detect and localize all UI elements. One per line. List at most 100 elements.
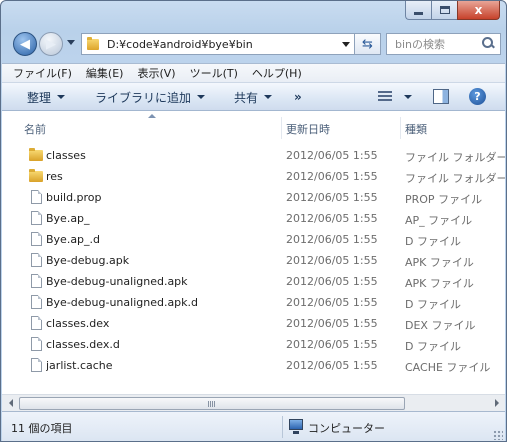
forward-arrow-icon: ▶ <box>46 36 56 52</box>
file-row[interactable]: classes.dex 2012/06/05 1:55 DEX ファイル <box>2 313 505 334</box>
search-input[interactable]: binの検索 <box>395 36 479 52</box>
more-commands-icon: » <box>294 90 302 104</box>
computer-icon <box>289 419 303 434</box>
recent-pages-dropdown[interactable] <box>67 40 75 45</box>
file-name: Bye-debug-unaligned.apk.d <box>46 296 199 309</box>
file-icon <box>31 253 42 267</box>
address-bar[interactable]: D:¥code¥android¥bye¥bin <box>81 33 355 55</box>
menu-view[interactable]: 表示(V) <box>130 65 182 81</box>
add-to-library-button[interactable]: ライブラリに追加 <box>95 83 206 111</box>
file-date: 2012/06/05 1:55 <box>286 254 378 267</box>
column-date-modified[interactable]: 更新日時 <box>286 121 330 137</box>
change-view-icon[interactable] <box>378 91 392 103</box>
chevron-down-icon <box>264 95 273 99</box>
search-icon[interactable] <box>479 35 497 53</box>
grip-icon <box>208 401 216 407</box>
file-type: AP_ ファイル <box>405 214 473 227</box>
refresh-icon: ⇆ <box>362 36 373 52</box>
file-name: Bye.ap_.d <box>46 233 101 246</box>
file-icon <box>31 274 42 288</box>
column-name[interactable]: 名前 <box>24 121 46 137</box>
file-type: D ファイル <box>405 340 461 353</box>
menu-bar: ファイル(F) 編集(E) 表示(V) ツール(T) ヘルプ(H) <box>2 63 505 83</box>
column-divider[interactable] <box>400 117 401 139</box>
menu-help[interactable]: ヘルプ(H) <box>245 65 309 81</box>
search-box[interactable]: binの検索 <box>386 33 501 55</box>
file-type: D ファイル <box>405 235 461 248</box>
file-row[interactable]: Bye-debug-unaligned.apk 2012/06/05 1:55 … <box>2 271 505 292</box>
share-button[interactable]: 共有 <box>234 83 273 111</box>
file-date: 2012/06/05 1:55 <box>286 170 378 183</box>
file-type: DEX ファイル <box>405 319 476 332</box>
arrow-left-icon <box>8 399 13 407</box>
file-type: PROP ファイル <box>405 193 483 206</box>
file-date: 2012/06/05 1:55 <box>286 359 378 372</box>
file-row[interactable]: Bye.ap_ 2012/06/05 1:55 AP_ ファイル <box>2 208 505 229</box>
chevron-down-icon <box>342 41 350 47</box>
back-button[interactable]: ◀ <box>13 32 37 56</box>
menu-tools[interactable]: ツール(T) <box>183 65 245 81</box>
close-button[interactable]: x <box>457 1 500 20</box>
status-bar: 11 個の項目 コンピューター <box>2 411 505 441</box>
column-header: 名前 更新日時 種類 <box>2 111 505 143</box>
file-row[interactable]: Bye-debug.apk 2012/06/05 1:55 APK ファイル <box>2 250 505 271</box>
organize-button[interactable]: 整理 <box>27 83 66 111</box>
forward-button[interactable]: ▶ <box>39 32 63 56</box>
scrollbar-thumb[interactable] <box>19 397 405 410</box>
file-row[interactable]: res 2012/06/05 1:55 ファイル フォルダー <box>2 166 505 187</box>
file-date: 2012/06/05 1:55 <box>286 317 378 330</box>
sort-ascending-icon <box>148 114 156 118</box>
file-name: Bye-debug.apk <box>46 254 130 267</box>
item-count: 11 個の項目 <box>11 422 73 435</box>
chevron-down-icon <box>57 95 66 99</box>
file-type: ファイル フォルダー <box>405 151 505 164</box>
file-row[interactable]: classes 2012/06/05 1:55 ファイル フォルダー <box>2 145 505 166</box>
minimize-icon <box>414 11 423 15</box>
arrow-right-icon <box>494 399 499 407</box>
folder-icon <box>87 36 99 50</box>
status-divider <box>282 416 283 438</box>
maximize-icon <box>439 6 450 14</box>
caption-buttons: x <box>405 1 500 20</box>
view-options-dropdown[interactable] <box>404 95 412 99</box>
more-commands-button[interactable]: » <box>294 83 302 111</box>
resize-grip[interactable] <box>493 430 503 440</box>
file-icon <box>31 190 42 204</box>
folder-icon <box>29 169 43 182</box>
file-icon <box>31 232 42 246</box>
file-row[interactable]: Bye.ap_.d 2012/06/05 1:55 D ファイル <box>2 229 505 250</box>
scroll-right-button[interactable] <box>488 395 505 411</box>
file-row[interactable]: classes.dex.d 2012/06/05 1:55 D ファイル <box>2 334 505 355</box>
minimize-button[interactable] <box>405 1 431 20</box>
file-name: classes.dex <box>46 317 110 330</box>
file-type: APK ファイル <box>405 256 474 269</box>
file-row[interactable]: jarlist.cache 2012/06/05 1:55 CACHE ファイル <box>2 355 505 376</box>
address-dropdown[interactable] <box>338 34 354 54</box>
file-date: 2012/06/05 1:55 <box>286 296 378 309</box>
help-icon[interactable]: ? <box>469 88 486 105</box>
navigation-bar: ◀ ▶ D:¥code¥android¥bye¥bin ⇆ binの検索 <box>9 31 501 57</box>
file-name: Bye-debug-unaligned.apk <box>46 275 188 288</box>
file-date: 2012/06/05 1:55 <box>286 149 378 162</box>
file-row[interactable]: Bye-debug-unaligned.apk.d 2012/06/05 1:5… <box>2 292 505 313</box>
file-type: D ファイル <box>405 298 461 311</box>
file-name: classes.dex.d <box>46 338 120 351</box>
column-divider[interactable] <box>281 117 282 139</box>
refresh-button[interactable]: ⇆ <box>355 33 381 55</box>
column-type[interactable]: 種類 <box>405 121 427 137</box>
file-icon <box>31 211 42 225</box>
status-location: コンピューター <box>308 422 385 435</box>
scroll-left-button[interactable] <box>2 395 19 411</box>
menu-edit[interactable]: 編集(E) <box>79 65 131 81</box>
share-label: 共有 <box>234 90 259 105</box>
file-date: 2012/06/05 1:55 <box>286 233 378 246</box>
maximize-button[interactable] <box>431 1 457 20</box>
file-icon <box>31 295 42 309</box>
explorer-window: x ◀ ▶ D:¥code¥android¥bye¥bin ⇆ binの検索 フ… <box>0 0 507 442</box>
address-path[interactable]: D:¥code¥android¥bye¥bin <box>107 38 338 51</box>
file-row[interactable]: build.prop 2012/06/05 1:55 PROP ファイル <box>2 187 505 208</box>
file-icon <box>31 358 42 372</box>
horizontal-scrollbar[interactable] <box>2 394 505 411</box>
menu-file[interactable]: ファイル(F) <box>6 65 79 81</box>
preview-pane-icon[interactable] <box>433 89 449 104</box>
